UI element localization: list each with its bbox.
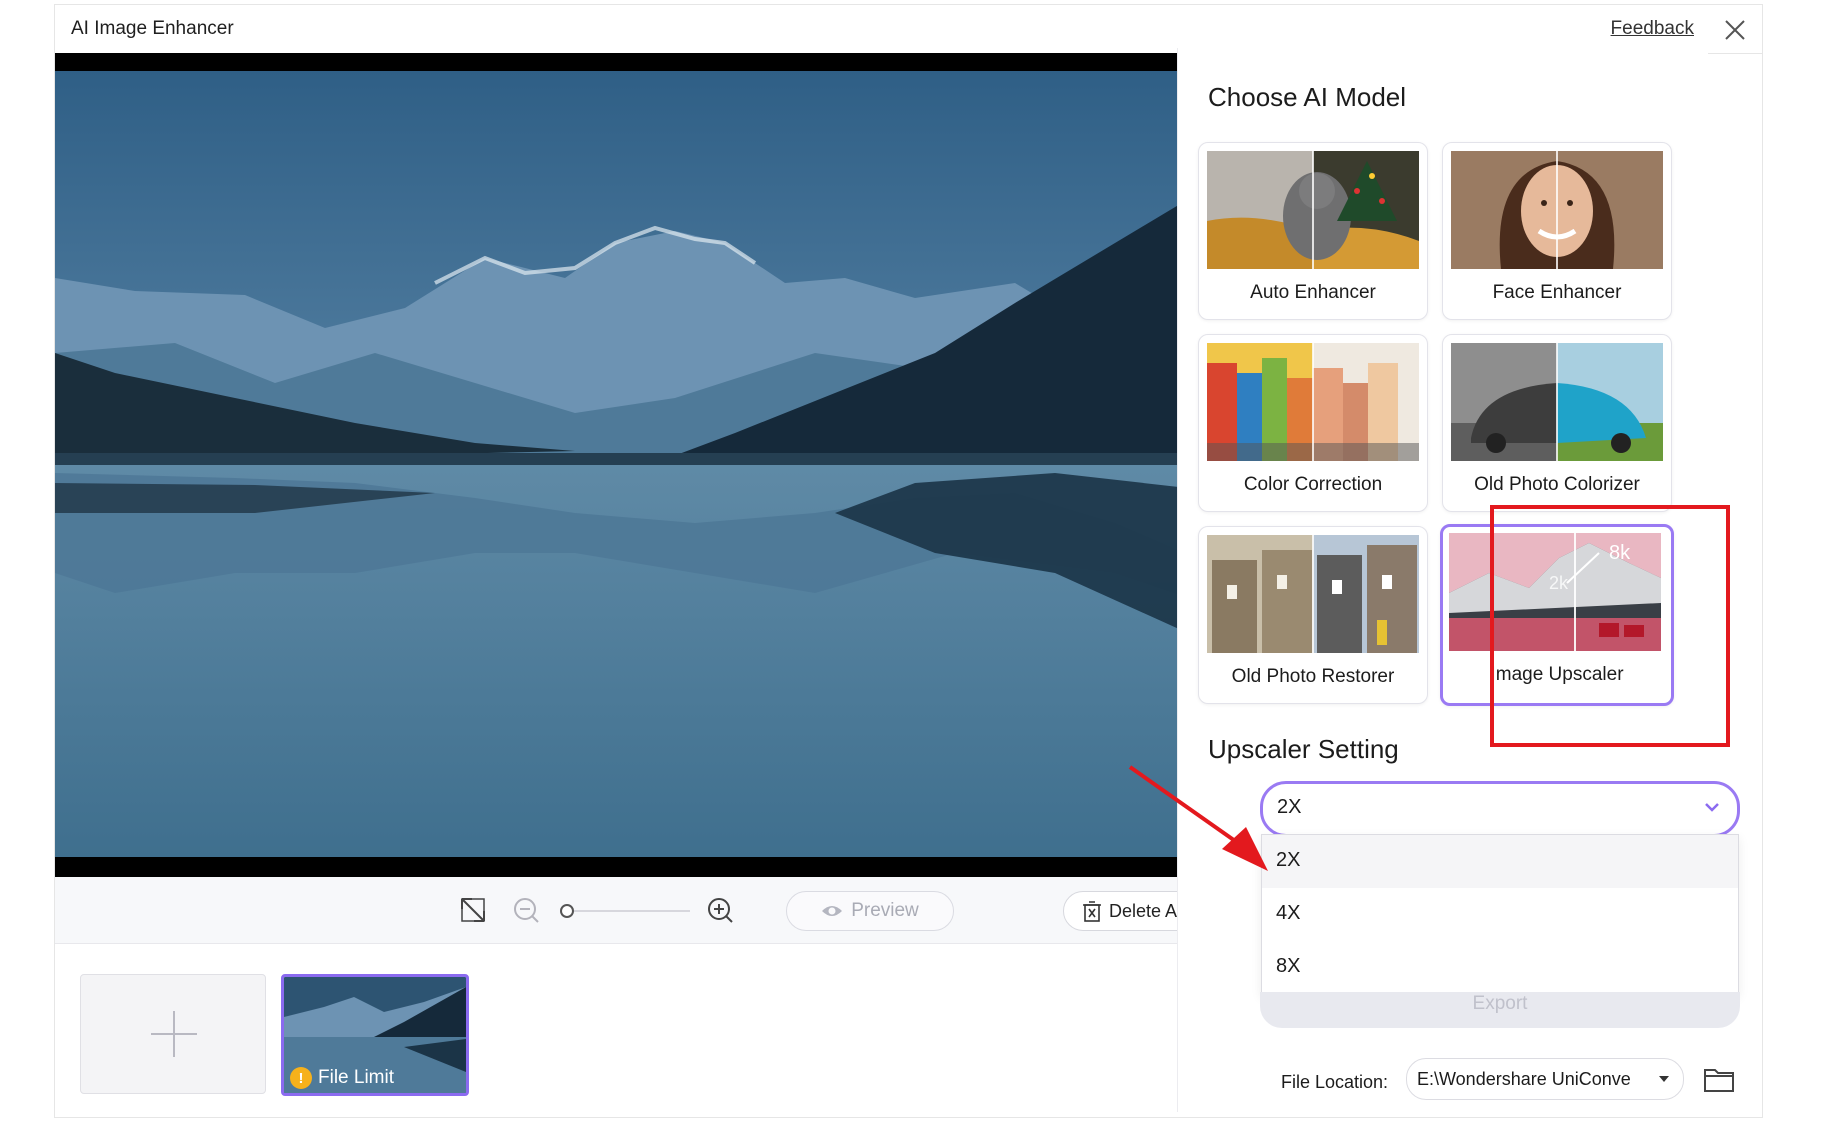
preview-button[interactable]: Preview bbox=[786, 891, 954, 931]
upscaler-setting-heading: Upscaler Setting bbox=[1208, 734, 1399, 764]
feedback-link[interactable]: Feedback bbox=[1611, 18, 1694, 40]
landscape-image bbox=[55, 53, 1232, 877]
image-thumbnail[interactable]: ! File Limit bbox=[281, 974, 469, 1096]
preview-label: Preview bbox=[851, 900, 919, 921]
chevron-down-icon bbox=[1659, 1076, 1669, 1082]
model-label: Old Photo Restorer bbox=[1231, 666, 1395, 687]
close-icon[interactable] bbox=[1722, 17, 1748, 43]
badge-8k: 8k bbox=[1609, 542, 1631, 564]
image-upscaler-thumbnail: 8k 2k bbox=[1449, 533, 1661, 651]
file-location-value: E:\Wondershare UniConve bbox=[1417, 1069, 1631, 1089]
trash-icon bbox=[1082, 901, 1101, 922]
model-label: Color Correction bbox=[1243, 474, 1383, 495]
file-location-select[interactable]: E:\Wondershare UniConve bbox=[1406, 1058, 1684, 1100]
old-photo-colorizer-thumbnail bbox=[1451, 343, 1663, 461]
model-card-old-photo-colorizer[interactable]: Old Photo Colorizer bbox=[1442, 334, 1672, 512]
model-card-face-enhancer[interactable]: Face Enhancer bbox=[1442, 142, 1672, 320]
add-image-button[interactable] bbox=[80, 974, 266, 1094]
title-bar: AI Image Enhancer Feedback bbox=[55, 5, 1762, 54]
model-card-auto-enhancer[interactable]: Auto Enhancer bbox=[1198, 142, 1428, 320]
zoom-slider-knob[interactable] bbox=[560, 904, 574, 918]
fit-screen-icon[interactable] bbox=[458, 895, 488, 925]
auto-enhancer-thumbnail bbox=[1207, 151, 1419, 269]
file-location-label: File Location: bbox=[1281, 1072, 1389, 1092]
zoom-slider-track[interactable] bbox=[565, 910, 690, 912]
chevron-down-icon bbox=[1705, 803, 1719, 812]
file-limit-badge: ! File Limit bbox=[290, 1067, 394, 1089]
image-preview bbox=[55, 53, 1232, 877]
model-label: Face Enhancer bbox=[1492, 282, 1622, 303]
upscaler-option-8x[interactable]: 8X bbox=[1262, 941, 1738, 994]
old-photo-restorer-thumbnail bbox=[1207, 535, 1419, 653]
upscaler-select[interactable]: 2X bbox=[1260, 781, 1740, 837]
preview-toolbar: Preview Delete All bbox=[55, 877, 1232, 944]
eye-icon bbox=[822, 906, 843, 916]
delete-all-label: Delete All bbox=[1108, 900, 1186, 921]
upscaler-options-menu: 2X 4X 8X bbox=[1261, 834, 1739, 994]
face-enhancer-thumbnail bbox=[1451, 151, 1663, 269]
model-label: Auto Enhancer bbox=[1250, 282, 1376, 303]
badge-2k: 2k bbox=[1549, 573, 1569, 593]
model-card-image-upscaler[interactable]: 8k 2k Image Upscaler bbox=[1440, 524, 1674, 706]
choose-model-heading: Choose AI Model bbox=[1208, 82, 1407, 112]
warning-icon: ! bbox=[290, 1067, 312, 1089]
upscaler-option-4x[interactable]: 4X bbox=[1262, 888, 1738, 941]
model-label: Old Photo Colorizer bbox=[1474, 474, 1640, 495]
app-title: AI Image Enhancer bbox=[71, 18, 234, 39]
upscaler-selected-value: 2X bbox=[1277, 796, 1302, 818]
file-limit-label: File Limit bbox=[318, 1067, 395, 1088]
zoom-out-icon[interactable] bbox=[511, 895, 541, 925]
thumbnail-strip: ! File Limit bbox=[55, 944, 1232, 1117]
color-correction-thumbnail bbox=[1207, 343, 1419, 461]
model-label: Image Upscaler bbox=[1490, 664, 1624, 685]
upscaler-option-2x[interactable]: 2X bbox=[1262, 835, 1738, 888]
zoom-in-icon[interactable] bbox=[705, 895, 735, 925]
model-card-color-correction[interactable]: Color Correction bbox=[1198, 334, 1428, 512]
export-button[interactable]: Export bbox=[1260, 992, 1740, 1028]
folder-icon[interactable] bbox=[1703, 1065, 1735, 1093]
model-card-old-photo-restorer[interactable]: Old Photo Restorer bbox=[1198, 526, 1428, 704]
